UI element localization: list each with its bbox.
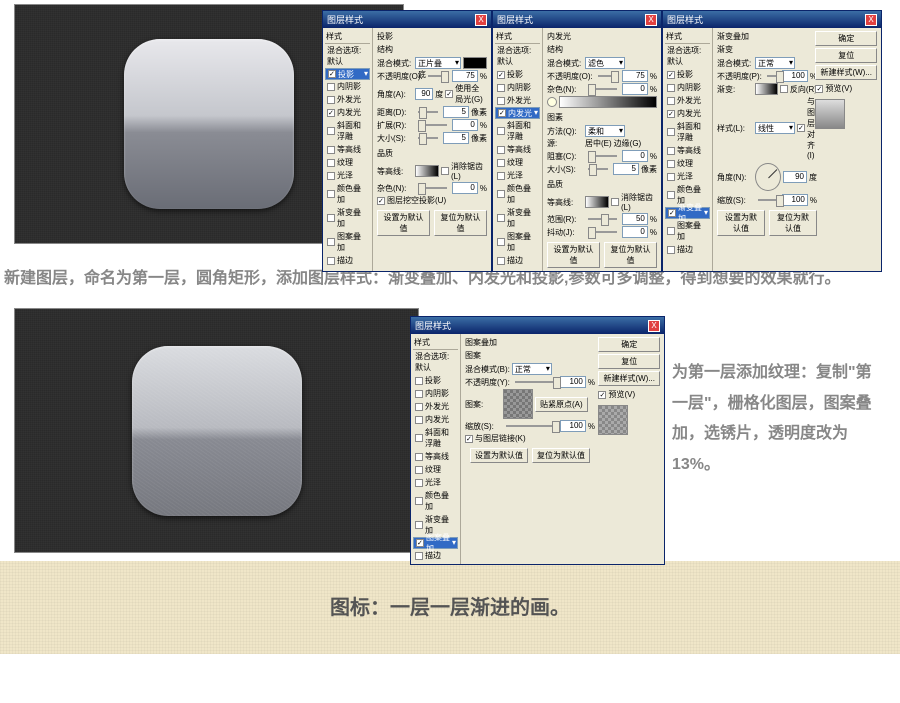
blend-options[interactable]: 混合选项:默认 [325, 44, 370, 68]
item-contour[interactable]: 等高线 [325, 143, 370, 156]
distance-slider[interactable] [418, 111, 438, 113]
dialog-gradient-overlay: 图层样式X 样式 混合选项:默认 投影 内阴影 外发光 内发光 斜面和浮雕 等高… [662, 10, 882, 272]
ok-button[interactable]: 确定 [598, 337, 660, 352]
canvas-2 [14, 308, 419, 553]
item-pattern-overlay[interactable]: 图案叠加 [325, 230, 370, 254]
blend-select[interactable]: 正片叠底 [415, 57, 461, 69]
cancel-button[interactable]: 复位 [815, 48, 877, 63]
footer-caption: 图标：一层一层渐进的画。 [0, 561, 900, 654]
dialog-pattern-overlay: 图层样式X 样式 混合选项:默认 投影 内阴影 外发光 内发光 斜面和浮雕 等高… [410, 316, 665, 565]
item-outer-glow[interactable]: 外发光 [325, 93, 370, 106]
dialog-group-2: 图层样式X 样式 混合选项:默认 投影 内阴影 外发光 内发光 斜面和浮雕 等高… [410, 316, 665, 565]
close-icon[interactable]: X [645, 14, 657, 26]
rounded-rect-textured [132, 346, 302, 516]
pattern-picker[interactable] [503, 389, 533, 419]
color-swatch[interactable] [463, 57, 487, 69]
opacity-slider[interactable] [428, 75, 447, 77]
dialog-inner-glow: 图层样式X 样式 混合选项:默认 投影 内阴影 外发光 内发光 斜面和浮雕 等高… [492, 10, 662, 272]
angle-dial[interactable] [755, 163, 781, 191]
item-drop-shadow[interactable]: 投影 [325, 68, 370, 80]
color-radio[interactable] [547, 97, 557, 107]
title: 图层样式 [327, 13, 363, 26]
item-stroke[interactable]: 描边 [325, 254, 370, 267]
panel-drop-shadow: 投影 结构 混合模式:正片叠底 不透明度(O):75% 角度(A):90度使用全… [373, 28, 491, 271]
list-header: 样式 [325, 30, 370, 44]
dialog-group-1: 图层样式 X 样式 混合选项:默认 投影 内阴影 外发光 内发光 斜面和浮雕 等… [322, 10, 882, 272]
cancel-button[interactable]: 复位 [598, 354, 660, 369]
item-color-overlay[interactable]: 颜色叠加 [325, 182, 370, 206]
new-style-button[interactable]: 新建样式(W)... [815, 65, 877, 80]
item-grad-overlay[interactable]: 渐变叠加 [325, 206, 370, 230]
gradient-swatch[interactable] [755, 83, 778, 95]
dialog-drop-shadow: 图层样式 X 样式 混合选项:默认 投影 内阴影 外发光 内发光 斜面和浮雕 等… [322, 10, 492, 272]
close-icon[interactable]: X [648, 320, 660, 332]
close-icon[interactable]: X [865, 14, 877, 26]
item-texture[interactable]: 纹理 [325, 156, 370, 169]
section-title: 投影 [377, 31, 487, 42]
item-inner-shadow[interactable]: 内阴影 [325, 80, 370, 93]
panel-gradient-overlay: 确定 复位 新建样式(W)... 预览(V) 渐变叠加 渐变 混合模式:正常 不… [713, 28, 881, 271]
ok-button[interactable]: 确定 [815, 31, 877, 46]
titlebar[interactable]: 图层样式 X [323, 11, 491, 28]
set-default-button[interactable]: 设置为默认值 [377, 210, 430, 236]
caption-2: 为第一层添加纹理：复制"第一层"，栅格化图层，图案叠加，选锈片，透明度改为13%… [672, 358, 882, 480]
preview-thumb [598, 405, 628, 435]
snap-origin-button[interactable]: 贴紧原点(A) [535, 397, 588, 412]
reset-default-button[interactable]: 复位为默认值 [434, 210, 487, 236]
close-icon[interactable]: X [475, 14, 487, 26]
angle-input[interactable]: 90 [415, 88, 433, 100]
opacity-input[interactable]: 75 [452, 70, 478, 82]
item-satin[interactable]: 光泽 [325, 169, 370, 182]
global-light-check[interactable] [445, 90, 453, 98]
contour-picker[interactable] [415, 165, 439, 177]
rounded-rect-icon [124, 39, 294, 209]
row-2: 图层样式X 样式 混合选项:默认 投影 内阴影 外发光 内发光 斜面和浮雕 等高… [0, 308, 900, 553]
gradient-picker[interactable] [559, 96, 657, 108]
preview-thumb [815, 99, 845, 129]
checkbox-icon[interactable] [328, 70, 336, 78]
item-bevel[interactable]: 斜面和浮雕 [325, 119, 370, 143]
new-style-button[interactable]: 新建样式(W)... [598, 371, 660, 386]
panel-inner-glow: 内发光 结构 混合模式:滤色 不透明度(O):75% 杂色(N):0% 图素 方… [543, 28, 661, 271]
row-1: 图层样式 X 样式 混合选项:默认 投影 内阴影 外发光 内发光 斜面和浮雕 等… [0, 0, 900, 244]
item-inner-glow[interactable]: 内发光 [325, 106, 370, 119]
style-list: 样式 混合选项:默认 投影 内阴影 外发光 内发光 斜面和浮雕 等高线 纹理 光… [323, 28, 373, 271]
panel-pattern-overlay: 确定 复位 新建样式(W)... 预览(V) 图案叠加 图案 混合模式(B):正… [461, 334, 664, 564]
